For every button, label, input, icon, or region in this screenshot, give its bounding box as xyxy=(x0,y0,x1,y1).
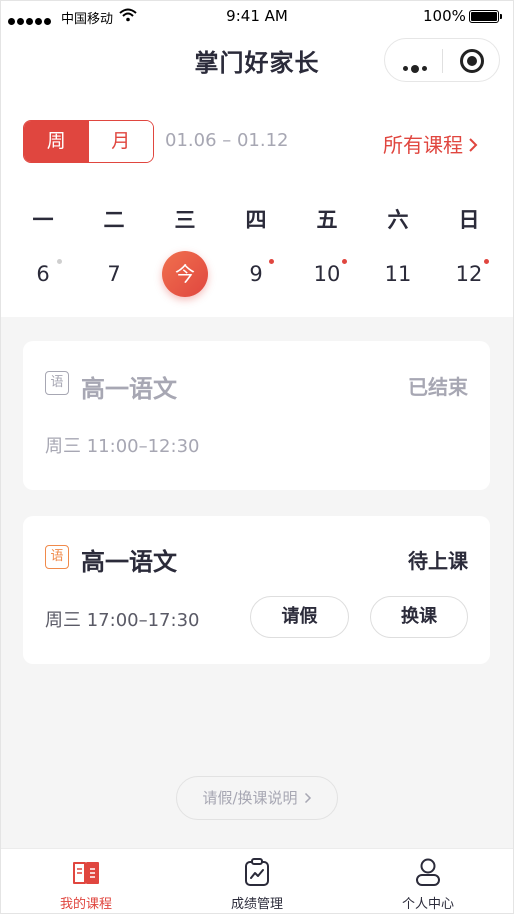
course-card[interactable]: 语 高一语文 已结束 周三 11:00–12:30 xyxy=(23,341,490,490)
weekday-thu: 四 xyxy=(245,208,267,232)
weekday-fri: 五 xyxy=(316,208,338,232)
course-schedule: 周三 17:00–17:30 xyxy=(45,610,200,631)
close-mini-program-icon[interactable] xyxy=(460,49,484,73)
weekday-sat: 六 xyxy=(387,208,409,232)
tab-label: 我的课程 xyxy=(59,897,112,912)
course-status: 已结束 xyxy=(408,375,468,399)
status-bar: 中国移动 9:41 AM 100% xyxy=(1,1,513,33)
tab-bar: 我的课程 成绩管理 个人中心 xyxy=(1,848,513,913)
battery-percent: 100% xyxy=(423,7,466,25)
weekday-mon: 一 xyxy=(32,208,54,232)
battery-icon xyxy=(469,10,502,23)
request-leave-button[interactable]: 请假 xyxy=(250,596,349,638)
subject-badge: 语 xyxy=(45,545,69,569)
clipboard-chart-icon xyxy=(245,858,269,886)
course-dot-red xyxy=(484,259,489,264)
date-cell[interactable]: 11 xyxy=(376,262,420,286)
date-cell[interactable]: 7 xyxy=(92,262,136,286)
more-icon[interactable] xyxy=(403,58,430,77)
date-cell[interactable]: 12 xyxy=(447,262,491,286)
person-icon xyxy=(416,858,440,886)
date-cell-today[interactable]: 今 xyxy=(162,251,208,297)
chevron-right-icon xyxy=(304,792,311,804)
leave-change-help-link[interactable]: 请假/换课说明 xyxy=(176,776,338,820)
date-cell[interactable]: 6 xyxy=(21,262,65,286)
course-schedule: 周三 11:00–12:30 xyxy=(45,436,200,457)
course-dot-red xyxy=(342,259,347,264)
subject-badge: 语 xyxy=(45,371,69,395)
course-title: 高一语文 xyxy=(81,375,177,403)
tab-label: 个人中心 xyxy=(401,897,454,912)
tab-profile[interactable]: 个人中心 xyxy=(343,849,513,913)
course-status: 待上课 xyxy=(408,549,468,573)
course-dot-gray xyxy=(57,259,62,264)
help-link-label: 请假/换课说明 xyxy=(202,789,298,807)
all-courses-label: 所有课程 xyxy=(383,133,463,157)
tab-grades[interactable]: 成绩管理 xyxy=(172,849,342,913)
all-courses-link[interactable]: 所有课程 xyxy=(383,129,478,158)
weekday-wed: 三 xyxy=(174,208,196,232)
course-card[interactable]: 语 高一语文 待上课 周三 17:00–17:30 请假 换课 xyxy=(23,516,490,664)
toggle-week[interactable]: 周 xyxy=(24,121,89,162)
book-icon xyxy=(73,862,99,884)
change-course-button[interactable]: 换课 xyxy=(370,596,468,638)
course-dot-red xyxy=(269,259,274,264)
date-range: 01.06 – 01.12 xyxy=(165,130,289,151)
phone-screen: 中国移动 9:41 AM 100% 掌门好家长 周 月 01.06 – 01.1… xyxy=(0,0,514,914)
toggle-month[interactable]: 月 xyxy=(88,121,153,162)
date-cell[interactable]: 9 xyxy=(234,262,278,286)
weekday-tue: 二 xyxy=(103,208,125,232)
tab-my-courses[interactable]: 我的课程 xyxy=(1,849,171,913)
chevron-right-icon xyxy=(469,138,478,152)
date-cell[interactable]: 10 xyxy=(305,262,349,286)
mini-program-capsule xyxy=(384,38,500,82)
course-title: 高一语文 xyxy=(81,548,177,576)
weekday-sun: 日 xyxy=(458,208,480,232)
week-month-toggle: 周 月 xyxy=(23,120,154,163)
tab-label: 成绩管理 xyxy=(230,897,283,912)
capsule-divider xyxy=(442,49,443,73)
